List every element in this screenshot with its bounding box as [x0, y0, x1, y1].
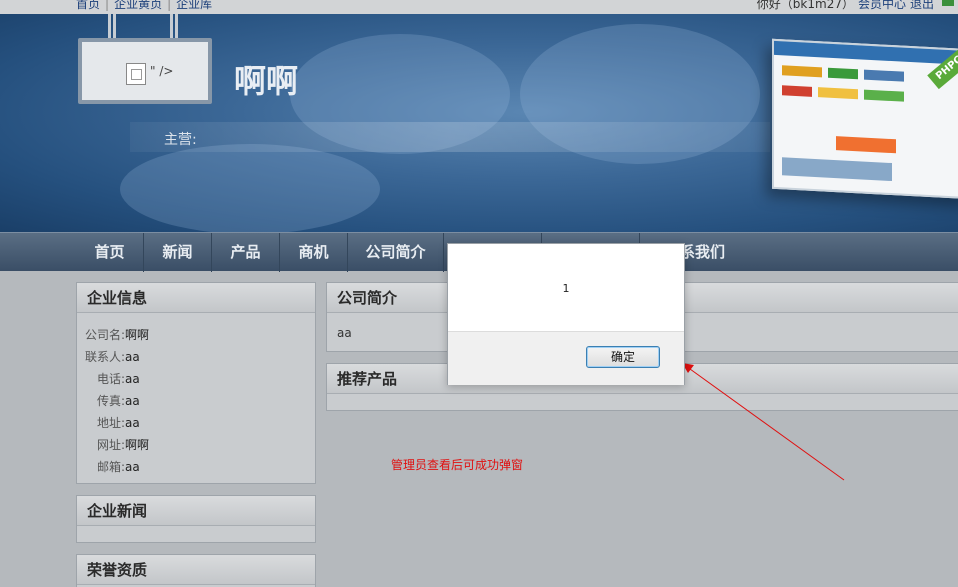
- alert-dialog: 1 确定: [447, 243, 685, 385]
- ok-button[interactable]: 确定: [586, 346, 660, 368]
- alert-message: 1: [562, 282, 570, 295]
- dialog-footer: 确定: [448, 331, 684, 385]
